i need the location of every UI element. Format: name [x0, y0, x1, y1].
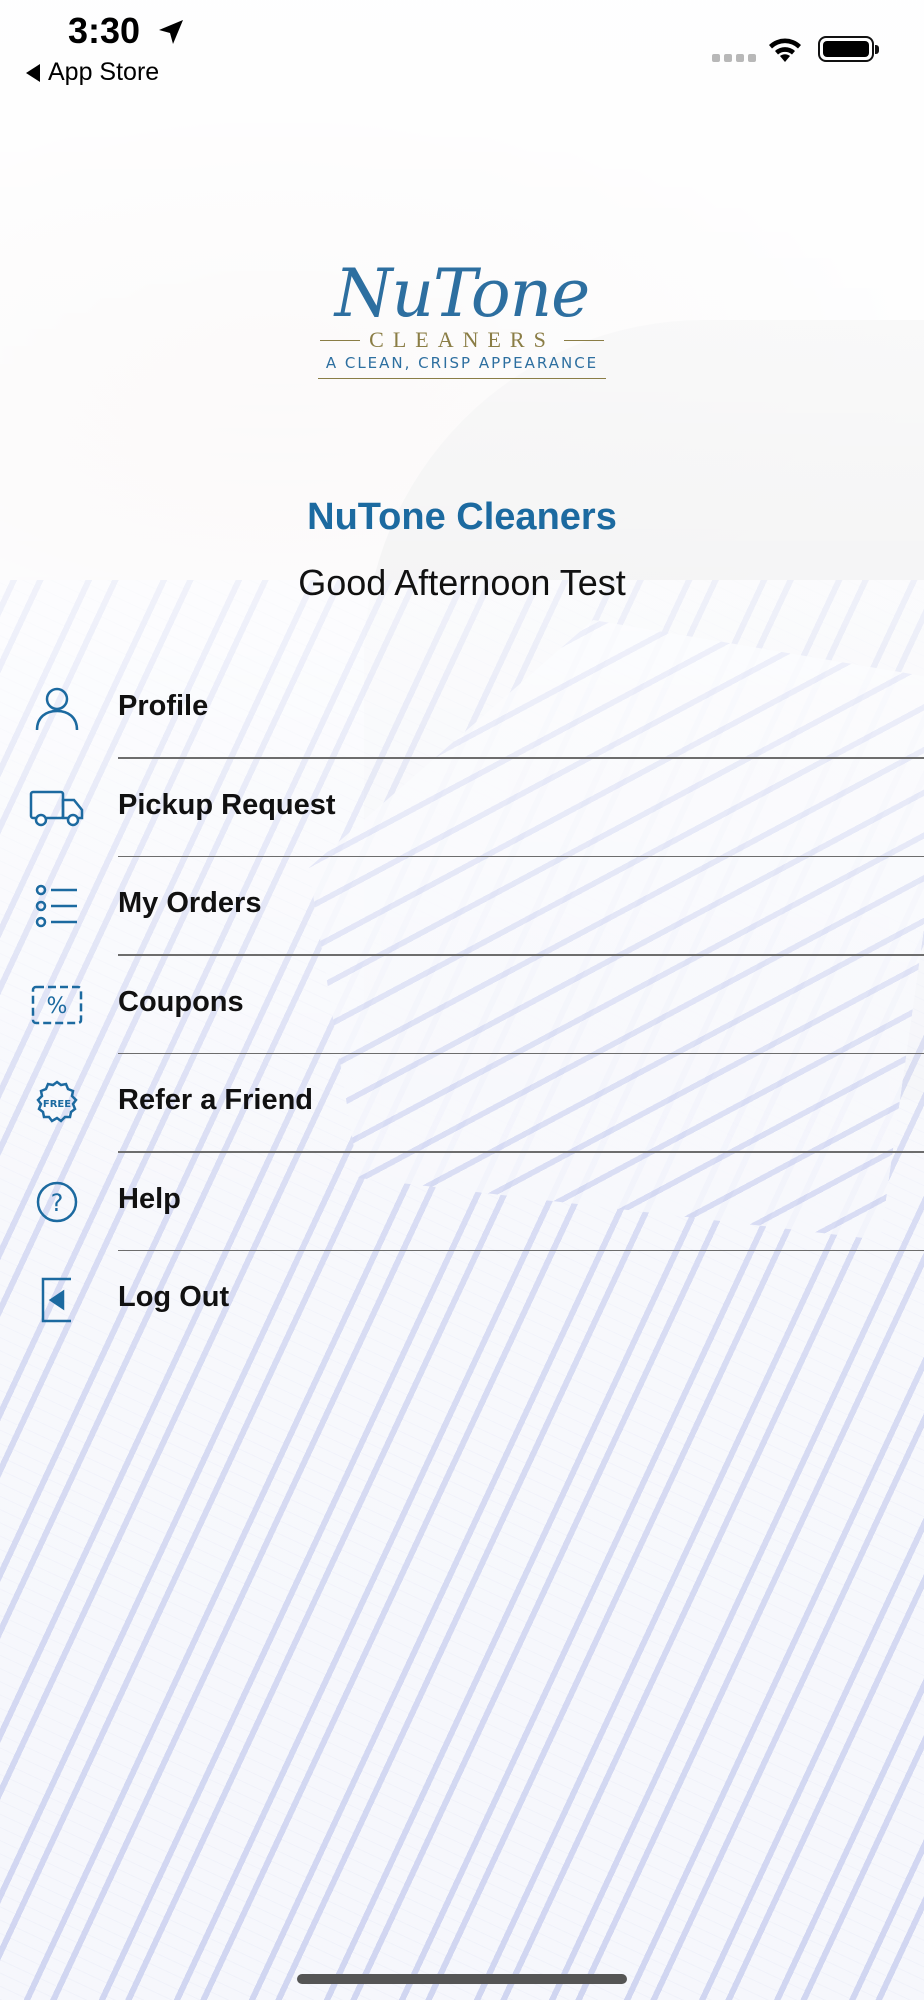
logo-script-text: NuTone: [334, 255, 590, 332]
logo-tagline: A CLEAN, CRISP APPEARANCE: [318, 352, 606, 379]
truck-icon: [28, 784, 86, 832]
coupon-symbol: %: [47, 994, 68, 1019]
greeting-text: Good Afternoon Test: [298, 562, 626, 603]
person-icon: [28, 685, 86, 733]
menu-item-label: Coupons: [118, 985, 244, 1018]
status-time: 3:30: [68, 10, 141, 51]
menu-item-coupons[interactable]: % Coupons: [0, 956, 924, 1054]
help-icon: ?: [28, 1178, 86, 1226]
status-bar: 3:30 App Store: [0, 0, 924, 100]
menu-item-label: My Orders: [118, 887, 262, 919]
back-arrow-icon: [26, 63, 40, 82]
logout-icon: [28, 1276, 86, 1324]
wifi-icon: [769, 38, 801, 62]
menu-item-label: Help: [118, 1182, 181, 1215]
back-label: App Store: [48, 58, 160, 86]
list-icon: [28, 882, 86, 930]
menu-item-pickup-request[interactable]: Pickup Request: [0, 759, 924, 857]
home-indicator[interactable]: [297, 1974, 627, 1984]
menu-item-log-out[interactable]: Log Out: [0, 1251, 924, 1350]
location-arrow-icon: [159, 20, 183, 44]
menu-item-refer-a-friend[interactable]: FREE Refer a Friend: [0, 1054, 924, 1153]
free-badge-text: FREE: [43, 1099, 71, 1110]
menu-item-my-orders[interactable]: My Orders: [0, 857, 924, 956]
back-to-app-store-button[interactable]: App Store: [26, 58, 159, 87]
battery-icon: [818, 36, 879, 62]
app-name-title: NuTone Cleaners: [307, 496, 617, 538]
nutone-logo: NuTone CLEANERS A CLEAN, CRISP APPEARANC…: [318, 258, 606, 402]
menu-item-label: Pickup Request: [118, 788, 336, 821]
menu-item-help[interactable]: ? Help: [0, 1153, 924, 1251]
menu-item-label: Log Out: [118, 1281, 230, 1313]
side-menu: Profile Pickup Request My Orders % Coupo…: [0, 660, 924, 1350]
menu-item-profile[interactable]: Profile: [0, 660, 924, 759]
cellular-signal-icon: [712, 54, 756, 62]
menu-item-label: Profile: [118, 690, 209, 722]
free-badge-icon: FREE: [28, 1079, 86, 1127]
logo-subtitle: CLEANERS: [318, 328, 606, 352]
help-symbol: ?: [51, 1189, 64, 1217]
coupon-icon: %: [28, 981, 86, 1029]
menu-item-label: Refer a Friend: [118, 1084, 313, 1116]
